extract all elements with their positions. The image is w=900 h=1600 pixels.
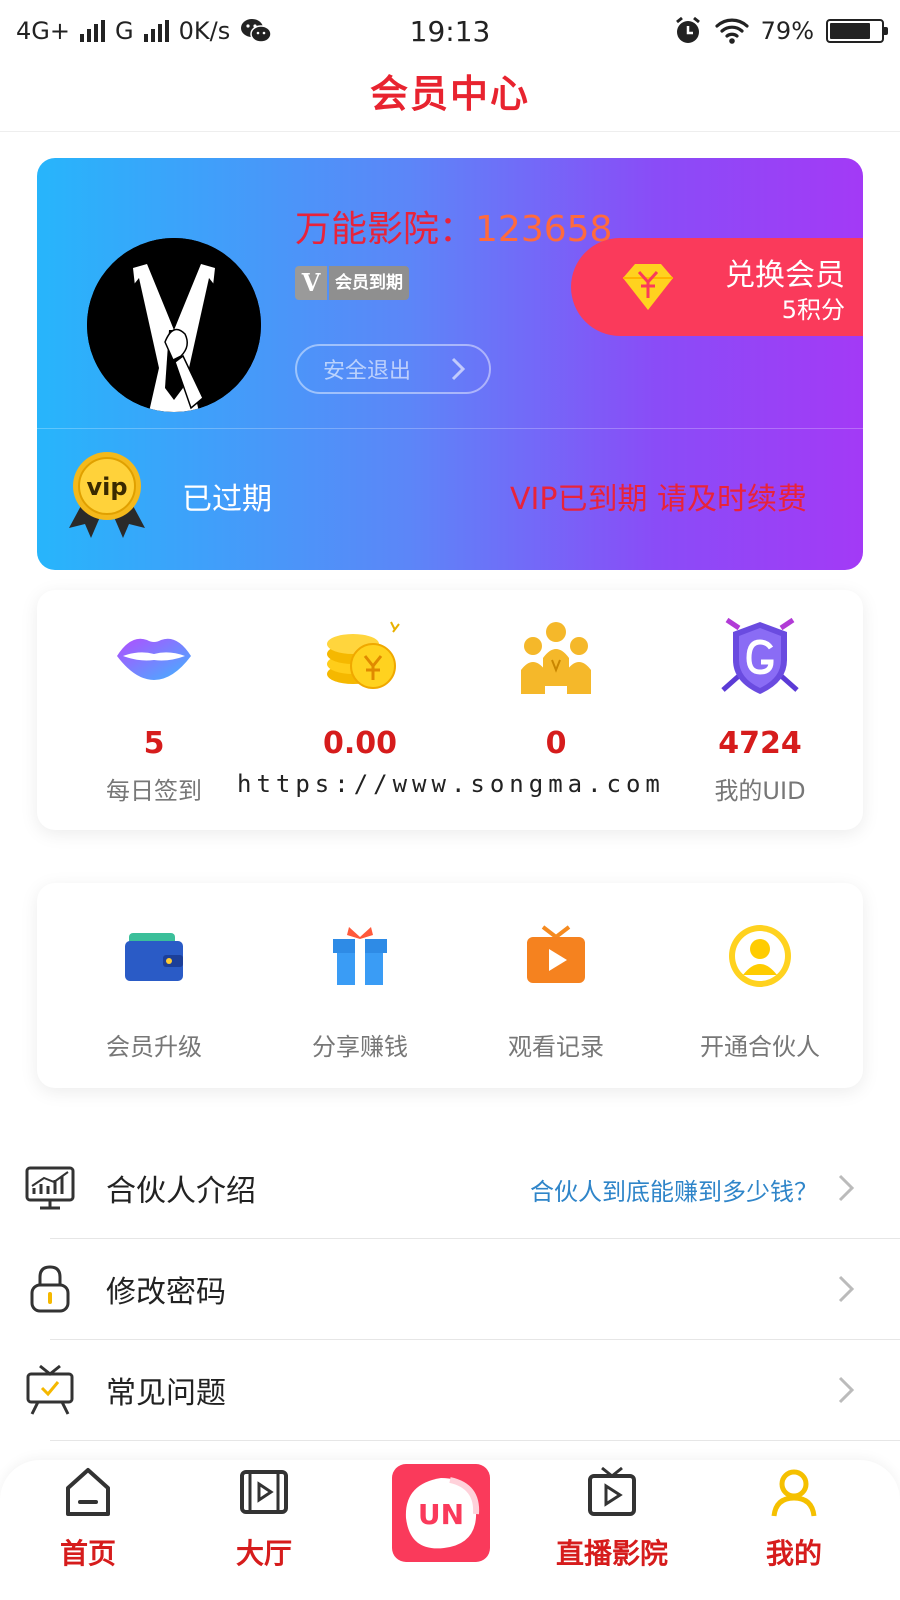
avatar[interactable] [87,238,261,412]
team-icon [521,622,591,694]
action-label: 观看记录 [508,1033,604,1061]
list-item-label: 合伙人介绍 [106,1174,256,1209]
username-id: 123658 [475,209,613,250]
action-partner[interactable]: 开通合伙人 [657,921,863,1062]
user-icon [771,1469,817,1517]
chart-monitor-icon [25,1166,75,1210]
signal-icon [79,20,105,42]
stats-panel: 5 每日签到 0.00 0 4724 我的UID https://www.son… [37,590,863,830]
app-logo-button[interactable]: UN [392,1464,490,1562]
action-label: 开通合伙人 [700,1033,820,1061]
quick-actions-panel: 会员升级 分享赚钱 观看记录 开通合伙人 [37,883,863,1088]
exchange-membership-button[interactable]: 兑换会员 5积分 [571,238,863,336]
tab-live-cinema[interactable]: 直播影院 [532,1464,692,1572]
app-logo-icon: UN [405,1477,480,1549]
network-type: 4G+ [16,17,70,45]
list-item-label: 常见问题 [106,1376,226,1411]
stat-label: 我的UID [714,777,806,805]
stat-value: 4724 [718,726,802,761]
wifi-icon [715,18,749,44]
stat-uid[interactable]: 4724 我的UID [657,614,863,806]
stat-value: 0 [545,726,567,761]
renew-notice[interactable]: VIP已到期 请及时续费 [510,474,807,518]
easel-icon [26,1364,74,1415]
network-speed: 0K/s [178,17,231,45]
chevron-right-icon [838,1275,855,1303]
bottom-tab-bar: 首页 大厅 UN 直播影院 我的 [0,1460,900,1600]
alarm-icon [675,16,700,43]
suit-figure-icon [87,238,261,412]
stat-team[interactable]: 0 [453,614,659,771]
stat-label: 每日签到 [106,777,202,805]
tab-hall[interactable]: 大厅 [184,1464,344,1572]
tab-label: 我的 [765,1537,822,1570]
member-card: 万能影院：123658 V 会员到期 安全退出 兑换会员 5积分 vip 已过期… [37,158,863,570]
list-item-label: 修改密码 [106,1275,226,1310]
vip-badge-letter: V [295,266,327,300]
tab-home[interactable]: 首页 [8,1464,168,1572]
action-watch-history[interactable]: 观看记录 [453,921,659,1062]
stat-value: 5 [143,726,165,761]
list-item-change-password[interactable]: 修改密码 [0,1239,900,1339]
wechat-icon [241,19,272,43]
lock-icon [30,1265,70,1313]
divider [50,1440,900,1441]
battery-icon [826,19,888,43]
action-label: 分享赚钱 [312,1033,408,1061]
stat-daily-checkin[interactable]: 5 每日签到 [51,614,257,806]
membership-status: 已过期 [182,482,272,517]
status-bar: 4G+ G 0K/s 19:13 79% [0,0,900,62]
list-item-partner-intro[interactable]: 合伙人介绍 合伙人到底能赚到多少钱？ [0,1138,900,1238]
exchange-points: 5积分 [781,296,845,324]
wallet-icon [125,933,183,981]
action-share[interactable]: 分享赚钱 [257,921,463,1062]
action-label: 会员升级 [106,1033,202,1061]
user-circle-icon [729,925,791,987]
coins-icon [327,621,400,689]
card-divider [37,428,863,429]
tv-icon [588,1466,636,1516]
signal-icon-2 [143,20,169,42]
tab-label: 直播影院 [555,1537,668,1570]
chevron-right-icon [451,357,466,381]
stat-value: 0.00 [322,726,398,761]
home-icon [66,1468,110,1516]
chevron-right-icon [838,1376,855,1404]
tv-play-icon [527,925,585,983]
logout-label: 安全退出 [323,359,412,384]
logout-button[interactable]: 安全退出 [295,344,491,394]
vip-badge-text: 会员到期 [329,266,409,300]
film-icon [240,1470,288,1514]
page-title: 会员中心 [369,72,530,116]
svg-text:UN: UN [418,1498,464,1531]
username-label: 万能影院： [295,209,476,250]
username: 万能影院：123658 [295,200,612,252]
gift-icon [333,927,387,985]
tab-mine[interactable]: 我的 [714,1464,874,1572]
watermark: https://www.songma.com [237,770,665,798]
list-item-faq[interactable]: 常见问题 [0,1340,900,1440]
chevron-right-icon [838,1174,855,1202]
action-upgrade[interactable]: 会员升级 [51,921,257,1062]
vip-medal-icon: vip [69,452,145,538]
network-type-2: G [114,17,134,45]
list-item-hint: 合伙人到底能赚到多少钱？ [530,1178,818,1206]
tab-label: 大厅 [235,1537,292,1570]
lips-icon [117,638,191,680]
stat-earnings[interactable]: 0.00 [257,614,463,771]
shield-g-icon [721,617,799,694]
vip-expiry-badge: V 会员到期 [295,266,409,300]
exchange-label: 兑换会员 [725,258,845,293]
diamond-yen-icon [623,264,673,310]
vip-medal-text: vip [86,473,127,501]
battery-percent: 79% [760,17,814,45]
page-header: 会员中心 [0,62,900,132]
tab-label: 首页 [59,1537,116,1570]
